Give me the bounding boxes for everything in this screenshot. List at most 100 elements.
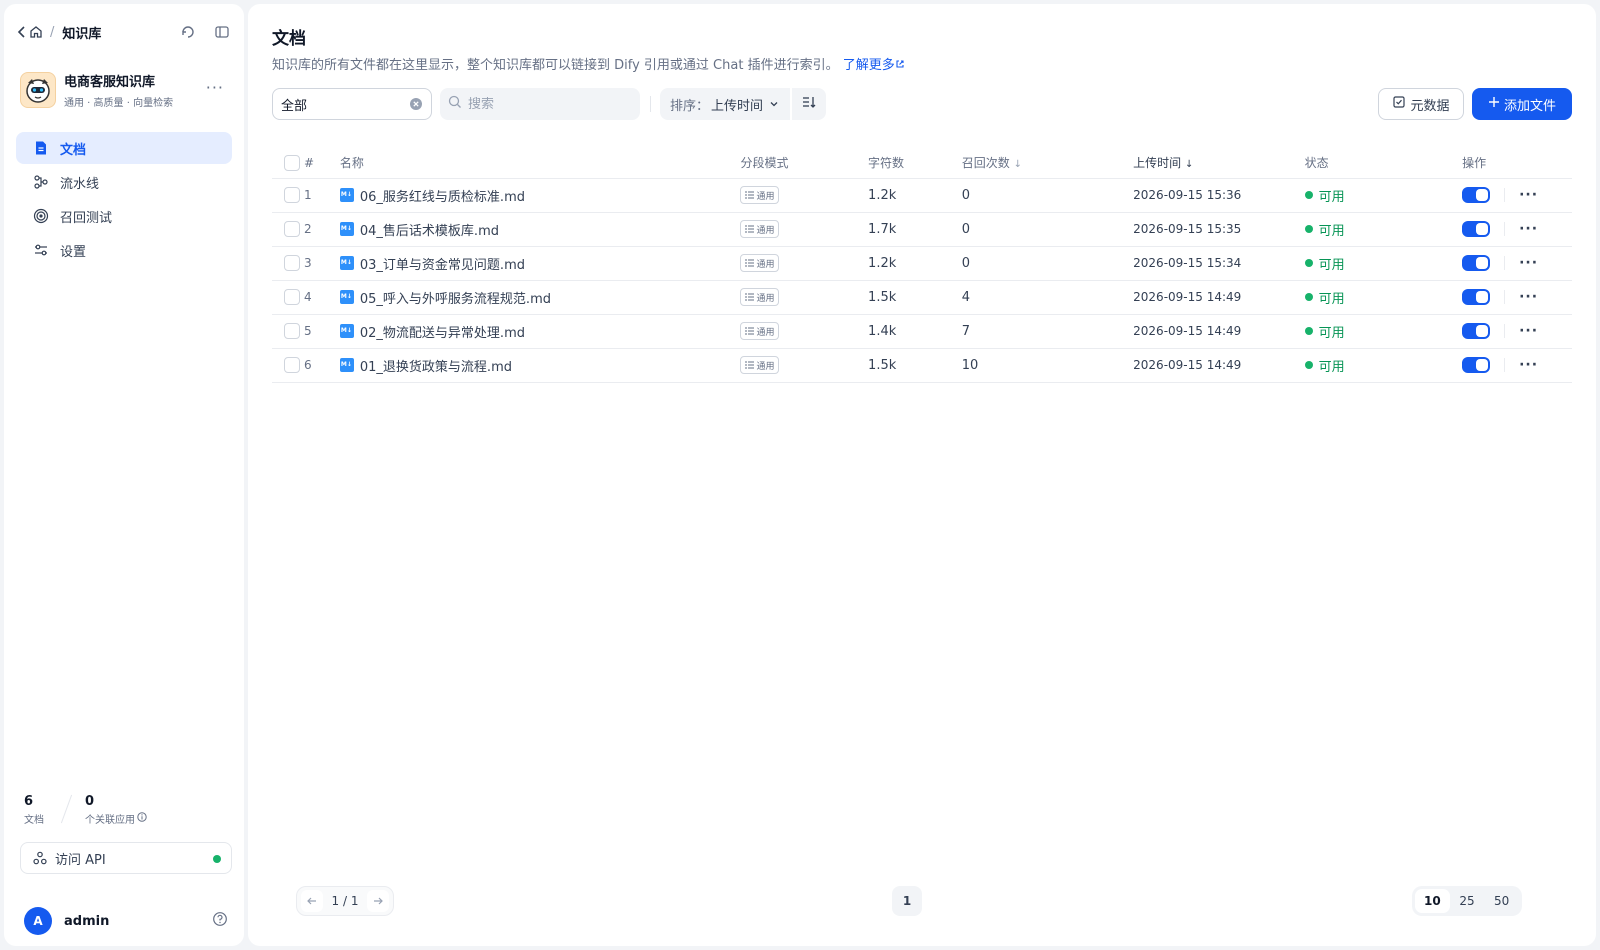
search-input[interactable] [468, 96, 628, 112]
header-hits[interactable]: 召回次数 ↓ [961, 148, 1134, 179]
row-checkbox[interactable] [284, 289, 300, 305]
enable-toggle[interactable] [1462, 357, 1491, 373]
sort-label: 排序： [670, 98, 710, 114]
table-row[interactable]: 6 01_退换货政策与流程.md 通用 1.5k102026-09-15 14:49 可… [272, 348, 1572, 383]
refresh-icon[interactable] [178, 22, 198, 42]
document-name[interactable]: 04_售后话术模板库.md [360, 224, 499, 239]
char-count: 1.2k [868, 178, 962, 213]
enable-toggle[interactable] [1462, 323, 1491, 339]
sidebar-item-retrieval-test[interactable]: 召回测试 [16, 200, 232, 232]
document-name[interactable]: 06_服务红线与质检标准.md [360, 190, 525, 205]
knowledge-base-avatar-icon [20, 72, 56, 108]
document-name[interactable]: 03_订单与资金常见问题.md [360, 258, 525, 273]
row-checkbox[interactable] [284, 221, 300, 237]
add-file-button[interactable]: 添加文件 [1472, 88, 1572, 120]
more-actions-icon[interactable]: ··· [1519, 323, 1538, 339]
hit-count: 4 [961, 280, 1134, 315]
list-icon [745, 191, 755, 199]
metadata-button[interactable]: 元数据 [1378, 88, 1464, 120]
external-link-icon [896, 60, 904, 68]
enable-toggle[interactable] [1462, 255, 1491, 271]
sidebar-item-label: 召回测试 [60, 210, 113, 226]
next-page-button[interactable] [366, 890, 389, 912]
document-name[interactable]: 01_退换货政策与流程.md [360, 360, 512, 375]
upload-time: 2026-09-15 15:34 [1133, 246, 1305, 281]
info-icon[interactable] [137, 812, 147, 825]
enable-toggle[interactable] [1462, 221, 1491, 237]
table-header-row: # 名称 分段模式 字符数 召回次数 ↓ 上传时间 ↓ 状态 操作 [272, 148, 1572, 179]
markdown-file-icon [339, 256, 354, 270]
learn-more-link[interactable]: 了解更多 [843, 58, 905, 73]
page-size-option[interactable]: 25 [1450, 889, 1485, 913]
enable-toggle[interactable] [1462, 289, 1491, 305]
page-number-button[interactable]: 1 [892, 886, 922, 916]
markdown-file-icon [339, 324, 354, 338]
row-index: 4 [300, 280, 340, 315]
api-status-dot [213, 855, 221, 863]
knowledge-base-name: 电商客服知识库 [64, 75, 156, 90]
header-hits-label: 召回次数 [961, 156, 1010, 171]
document-name[interactable]: 05_呼入与外呼服务流程规范.md [360, 292, 551, 307]
row-checkbox[interactable] [284, 255, 300, 271]
status-filter-select[interactable]: 全部 [272, 88, 432, 120]
sidebar-item-pipeline[interactable]: 流水线 [16, 166, 232, 198]
char-count: 1.4k [868, 314, 962, 349]
chunk-mode-label: 通用 [756, 225, 775, 236]
sort-order-button[interactable] [792, 88, 826, 120]
page-description-text: 知识库的所有文件都在这里显示，整个知识库都可以链接到 Dify 引用或通过 Ch… [272, 58, 839, 73]
more-actions-icon[interactable]: ··· [1519, 255, 1538, 271]
avatar: A [24, 907, 52, 935]
chunk-mode-label: 通用 [756, 361, 775, 372]
user-profile[interactable]: A admin [24, 907, 232, 935]
more-actions-icon[interactable]: ··· [1519, 289, 1538, 305]
page-size-selector: 10 25 50 [1412, 886, 1522, 916]
stat-value: 6 [24, 794, 34, 809]
chunk-mode-badge: 通用 [740, 186, 780, 204]
header-time-label: 上传时间 [1133, 156, 1182, 171]
upload-time: 2026-09-15 15:35 [1133, 212, 1305, 247]
clear-icon[interactable] [409, 97, 423, 115]
sidebar-item-settings[interactable]: 设置 [16, 234, 232, 266]
document-name[interactable]: 02_物流配送与异常处理.md [360, 326, 525, 341]
enable-toggle[interactable] [1462, 187, 1491, 203]
row-checkbox[interactable] [284, 357, 300, 373]
more-actions-icon[interactable]: ··· [1519, 187, 1538, 203]
home-icon[interactable] [28, 22, 44, 42]
sort-select[interactable]: 排序： 上传时间 [660, 88, 790, 120]
page-size-option[interactable]: 50 [1484, 889, 1519, 913]
sidebar-item-documents[interactable]: 文档 [16, 132, 232, 164]
collapse-sidebar-icon[interactable] [212, 22, 232, 42]
row-checkbox[interactable] [284, 187, 300, 203]
header-time[interactable]: 上传时间 ↓ [1133, 148, 1305, 179]
select-all-checkbox[interactable] [284, 154, 300, 171]
more-actions-icon[interactable]: ··· [1519, 357, 1538, 373]
stat-label: 个关联应用 [85, 815, 135, 826]
access-api-button[interactable]: 访问 API [20, 842, 232, 874]
chunk-mode-badge: 通用 [740, 288, 780, 306]
row-index: 6 [300, 348, 340, 383]
header-ops: 操作 [1462, 148, 1572, 179]
hit-count: 0 [961, 212, 1134, 247]
page-description: 知识库的所有文件都在这里显示，整个知识库都可以链接到 Dify 引用或通过 Ch… [272, 54, 905, 73]
table-row[interactable]: 2 04_售后话术模板库.md 通用 1.7k02026-09-15 15:35 可用 ·… [272, 212, 1572, 247]
row-index: 2 [300, 212, 340, 247]
access-api-label: 访问 API [55, 852, 106, 868]
knowledge-base-header[interactable]: 电商客服知识库 通用 · 高质量 · 向量检索 ··· [20, 70, 232, 110]
table-row[interactable]: 5 02_物流配送与异常处理.md 通用 1.4k72026-09-15 14:49 可… [272, 314, 1572, 349]
back-chevron-icon[interactable] [16, 22, 28, 42]
table-row[interactable]: 3 03_订单与资金常见问题.md 通用 1.2k02026-09-15 15:34 可… [272, 246, 1572, 281]
table-row[interactable]: 1 06_服务红线与质检标准.md 通用 1.2k02026-09-15 15:36 可… [272, 178, 1572, 213]
row-index: 5 [300, 314, 340, 349]
prev-page-button[interactable] [301, 890, 323, 912]
sort-arrow-icon: ↓ [1185, 159, 1194, 171]
page-size-option[interactable]: 10 [1415, 889, 1450, 913]
stat-apps: 0 个关联应用 [85, 794, 147, 826]
sort-descending-icon [801, 94, 817, 114]
more-options-icon[interactable]: ··· [206, 78, 224, 97]
upload-time: 2026-09-15 14:49 [1133, 280, 1305, 315]
documents-table: # 名称 分段模式 字符数 召回次数 ↓ 上传时间 ↓ 状态 操作 1 06_服务… [272, 148, 1572, 383]
help-icon[interactable] [212, 911, 228, 931]
row-checkbox[interactable] [284, 323, 300, 339]
table-row[interactable]: 405_呼入与外呼服务流程规范.md通用1.5k42026-09-15 14:4… [272, 280, 1572, 315]
more-actions-icon[interactable]: ··· [1519, 221, 1538, 237]
